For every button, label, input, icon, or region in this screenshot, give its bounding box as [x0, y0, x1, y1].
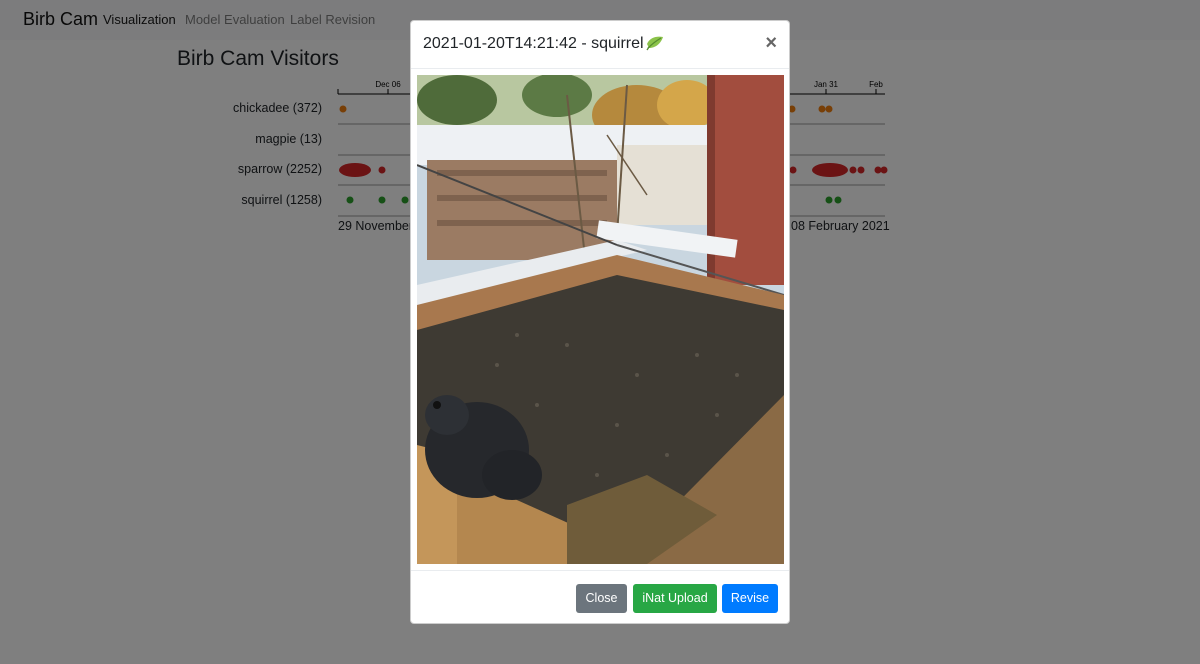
- leaf-icon: [646, 35, 664, 56]
- close-button[interactable]: Close: [576, 584, 627, 613]
- close-icon[interactable]: ×: [765, 31, 777, 55]
- inat-upload-button[interactable]: iNat Upload: [633, 584, 717, 613]
- image-modal: 2021-01-20T14:21:42 - squirrel × Close i…: [410, 20, 790, 624]
- modal-footer: Close iNat Upload Revise: [411, 570, 789, 624]
- modal-title-text: 2021-01-20T14:21:42 - squirrel: [423, 35, 644, 52]
- squirrel-photo: [417, 75, 784, 564]
- modal-title: 2021-01-20T14:21:42 - squirrel: [423, 35, 664, 56]
- modal-header: 2021-01-20T14:21:42 - squirrel ×: [411, 21, 789, 69]
- revise-button[interactable]: Revise: [722, 584, 778, 613]
